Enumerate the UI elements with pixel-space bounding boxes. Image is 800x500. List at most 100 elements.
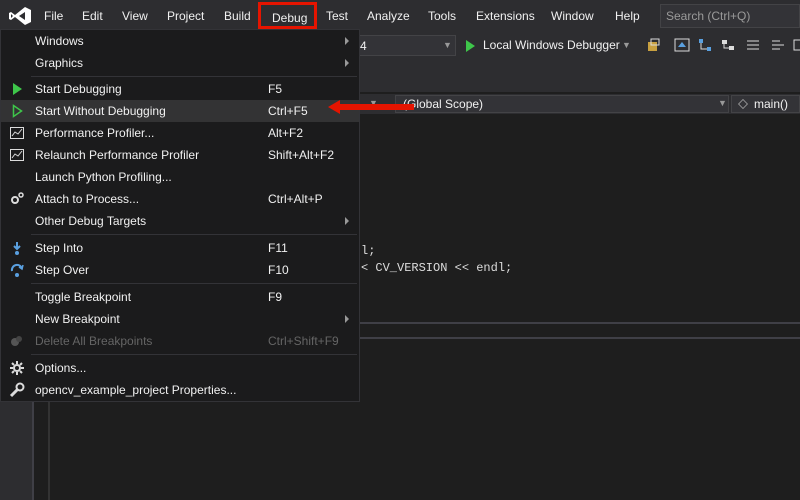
menu-item-shortcut: Ctrl+F5 <box>268 104 308 118</box>
menu-file[interactable]: File <box>44 8 63 24</box>
menu-item-graphics[interactable]: Graphics <box>1 52 359 74</box>
outline-icon[interactable] <box>720 37 736 53</box>
function-cube-icon <box>738 99 748 109</box>
play-icon <box>13 83 22 95</box>
menu-view[interactable]: View <box>122 8 148 24</box>
menu-help[interactable]: Help <box>615 8 640 24</box>
debug-menu: Windows Graphics Start Debugging F5 Star… <box>0 29 360 402</box>
menu-item-shortcut: F9 <box>268 290 283 304</box>
more-icon[interactable] <box>792 37 800 53</box>
menu-item-shortcut: F5 <box>268 82 283 96</box>
code-line: l; <box>361 244 376 258</box>
menu-item-step-over[interactable]: Step Over F10 <box>1 259 359 281</box>
editor-splitter <box>360 337 800 339</box>
menu-item-delete-all-breakpoints: Delete All Breakpoints Ctrl+Shift+F9 <box>1 330 359 352</box>
menu-item-label: Attach to Process... <box>35 192 140 206</box>
menu-item-label: Launch Python Profiling... <box>35 170 172 184</box>
menu-item-label: Step Over <box>35 263 90 277</box>
menu-bar: File Edit View Project Build Debug Test … <box>0 0 800 32</box>
menu-project[interactable]: Project <box>167 8 204 24</box>
menu-window[interactable]: Window <box>551 8 594 24</box>
submenu-arrow-icon <box>345 37 349 45</box>
menu-item-label: Windows <box>35 34 84 48</box>
play-outline-icon <box>12 104 23 118</box>
menu-analyze[interactable]: Analyze <box>367 8 410 24</box>
menu-test[interactable]: Test <box>326 8 348 24</box>
chevron-down-icon: ▼ <box>718 98 727 108</box>
menu-item-label: Delete All Breakpoints <box>35 334 153 348</box>
menu-item-windows[interactable]: Windows <box>1 30 359 52</box>
search-placeholder: Search (Ctrl+Q) <box>666 9 751 23</box>
attach-icon[interactable] <box>645 37 661 53</box>
menu-item-shortcut: F11 <box>268 241 288 255</box>
step-over-icon <box>10 263 24 277</box>
menu-item-label: opencv_example_project Properties... <box>35 383 237 397</box>
menu-item-label: Performance Profiler... <box>35 126 155 140</box>
annotation-arrow-icon <box>328 100 414 114</box>
performance-chart-icon <box>10 127 24 139</box>
menu-debug[interactable]: Debug <box>258 2 317 29</box>
scope-dropdown[interactable]: (Global Scope) ▼ <box>395 95 729 113</box>
menu-item-label: Start Without Debugging <box>35 104 166 118</box>
menu-item-label: Start Debugging <box>35 82 122 96</box>
menu-separator <box>31 354 357 355</box>
performance-chart-icon <box>10 149 24 161</box>
submenu-arrow-icon <box>345 315 349 323</box>
menu-item-relaunch-performance-profiler[interactable]: Relaunch Performance Profiler Shift+Alt+… <box>1 144 359 166</box>
member-value: main() <box>754 97 789 111</box>
menu-item-shortcut: Shift+Alt+F2 <box>268 148 335 162</box>
submenu-arrow-icon <box>345 217 349 225</box>
home-icon[interactable] <box>674 37 690 53</box>
platform-dropdown[interactable]: 4 ▼ <box>356 35 456 56</box>
menu-item-launch-python-profiling[interactable]: Launch Python Profiling... <box>1 166 359 188</box>
menu-separator <box>31 283 357 284</box>
platform-value: 4 <box>360 39 367 53</box>
menu-item-project-properties[interactable]: opencv_example_project Properties... <box>1 379 359 401</box>
menu-item-label: Options... <box>35 361 87 375</box>
menu-item-label: Toggle Breakpoint <box>35 290 132 304</box>
editor-splitter[interactable] <box>360 322 800 324</box>
menu-separator <box>31 76 357 77</box>
menu-item-new-breakpoint[interactable]: New Breakpoint <box>1 308 359 330</box>
chevron-down-icon[interactable]: ▼ <box>622 40 631 50</box>
code-line: < CV_VERSION << endl; <box>361 261 513 275</box>
menu-tools[interactable]: Tools <box>428 8 456 24</box>
menu-item-options[interactable]: Options... <box>1 357 359 379</box>
delete-breakpoints-icon <box>11 336 22 346</box>
menu-extensions[interactable]: Extensions <box>476 8 535 24</box>
menu-item-label: Step Into <box>35 241 84 255</box>
menu-item-start-without-debugging[interactable]: Start Without Debugging Ctrl+F5 <box>1 100 359 122</box>
menu-item-shortcut: F10 <box>268 263 289 277</box>
chevron-down-icon: ▼ <box>443 40 452 50</box>
gear-icon <box>10 361 24 375</box>
local-windows-debugger-button[interactable]: Local Windows Debugger <box>483 38 620 52</box>
menu-item-shortcut: Ctrl+Shift+F9 <box>268 334 339 348</box>
menu-item-performance-profiler[interactable]: Performance Profiler... Alt+F2 <box>1 122 359 144</box>
uncomment-icon[interactable] <box>770 37 786 53</box>
menu-item-other-debug-targets[interactable]: Other Debug Targets <box>1 210 359 232</box>
menu-item-step-into[interactable]: Step Into F11 <box>1 237 359 259</box>
menu-item-attach-to-process[interactable]: Attach to Process... Ctrl+Alt+P <box>1 188 359 210</box>
attach-gear-icon <box>11 192 24 204</box>
submenu-arrow-icon <box>345 59 349 67</box>
step-into-icon <box>13 242 21 255</box>
menu-item-label: New Breakpoint <box>35 312 120 326</box>
tree-icon[interactable] <box>697 37 713 53</box>
menu-item-shortcut: Ctrl+Alt+P <box>268 192 323 206</box>
wrench-icon <box>9 382 25 398</box>
menu-debug-label: Debug <box>272 11 308 25</box>
menu-item-start-debugging[interactable]: Start Debugging F5 <box>1 78 359 100</box>
play-icon[interactable] <box>466 40 475 52</box>
menu-edit[interactable]: Edit <box>82 8 103 24</box>
menu-item-shortcut: Alt+F2 <box>268 126 304 140</box>
menu-item-label: Graphics <box>35 56 84 70</box>
member-dropdown[interactable]: main() <box>731 95 800 113</box>
comment-icon[interactable] <box>745 37 761 53</box>
menu-item-label: Relaunch Performance Profiler <box>35 148 200 162</box>
search-input[interactable]: Search (Ctrl+Q) <box>660 4 800 28</box>
menu-item-label: Other Debug Targets <box>35 214 147 228</box>
menu-build[interactable]: Build <box>224 8 251 24</box>
visual-studio-logo-icon <box>9 7 31 25</box>
menu-item-toggle-breakpoint[interactable]: Toggle Breakpoint F9 <box>1 286 359 308</box>
menu-separator <box>31 234 357 235</box>
